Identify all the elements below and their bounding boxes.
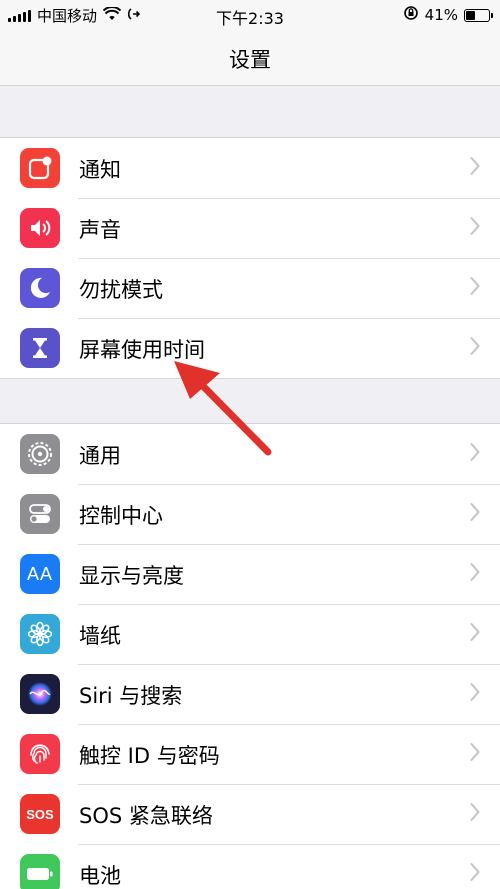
page-title: 设置 — [229, 48, 271, 72]
settings-row-wallpaper[interactable]: 墙纸 — [0, 604, 500, 664]
general-gear-icon — [20, 434, 60, 474]
navigation-bar: 设置 — [0, 30, 500, 86]
chevron-right-icon — [470, 216, 480, 240]
settings-row-sounds[interactable]: 声音 — [0, 198, 500, 258]
chevron-right-icon — [470, 502, 480, 526]
settings-row-touch-id-passcode[interactable]: 触控 ID 与密码 — [0, 724, 500, 784]
row-label: 通用 — [79, 444, 121, 468]
settings-group-1: 通知 声音 勿扰模式 屏幕使用时间 — [0, 137, 500, 379]
chevron-right-icon — [470, 862, 480, 886]
settings-row-siri-search[interactable]: Siri 与搜索 — [0, 664, 500, 724]
settings-row-general[interactable]: 通用 — [0, 424, 500, 484]
control-center-toggles-icon — [20, 494, 60, 534]
settings-row-emergency-sos[interactable]: SOS SOS 紧急联络 — [0, 784, 500, 844]
sounds-icon — [20, 208, 60, 248]
row-label: SOS 紧急联络 — [79, 804, 213, 828]
row-label: 墙纸 — [79, 624, 121, 648]
notifications-icon — [20, 148, 60, 188]
row-label: 勿扰模式 — [79, 278, 163, 302]
emergency-sos-icon: SOS — [20, 794, 60, 834]
settings-row-display-brightness[interactable]: AA 显示与亮度 — [0, 544, 500, 604]
screen-time-hourglass-icon — [20, 328, 60, 368]
chevron-right-icon — [470, 682, 480, 706]
row-label: 声音 — [79, 218, 121, 242]
chevron-right-icon — [470, 562, 480, 586]
chevron-right-icon — [470, 802, 480, 826]
chevron-right-icon — [470, 622, 480, 646]
chevron-right-icon — [470, 336, 480, 360]
touch-id-fingerprint-icon — [20, 734, 60, 774]
settings-row-battery[interactable]: 电池 — [0, 844, 500, 889]
chevron-right-icon — [470, 442, 480, 466]
chevron-right-icon — [470, 742, 480, 766]
orientation-lock-icon — [403, 5, 419, 25]
row-label: 屏幕使用时间 — [79, 338, 205, 362]
status-bar: 中国移动 下午2:33 41% — [0, 0, 500, 30]
row-label: 触控 ID 与密码 — [79, 744, 220, 768]
display-brightness-aa-icon: AA — [20, 554, 60, 594]
row-label: 电池 — [79, 864, 121, 888]
sos-glyph: SOS — [26, 806, 54, 822]
row-label: Siri 与搜索 — [79, 684, 183, 708]
battery-status-icon — [464, 8, 493, 22]
settings-row-do-not-disturb[interactable]: 勿扰模式 — [0, 258, 500, 318]
settings-row-screen-time[interactable]: 屏幕使用时间 — [0, 318, 500, 378]
row-label: 显示与亮度 — [79, 564, 184, 588]
wallpaper-flower-icon — [20, 614, 60, 654]
settings-group-2: 通用 控制中心 AA 显示与亮度 墙纸 Siri 与搜索 触控 ID 与密码 S… — [0, 423, 500, 889]
battery-percent: 41% — [424, 6, 458, 24]
row-label: 通知 — [79, 158, 121, 182]
row-label: 控制中心 — [79, 504, 163, 528]
aa-glyph: AA — [26, 563, 53, 584]
chevron-right-icon — [470, 156, 480, 180]
battery-icon — [20, 854, 60, 889]
chevron-right-icon — [470, 276, 480, 300]
siri-icon — [20, 674, 60, 714]
settings-row-control-center[interactable]: 控制中心 — [0, 484, 500, 544]
status-right: 41% — [403, 5, 493, 25]
settings-row-notifications[interactable]: 通知 — [0, 138, 500, 198]
do-not-disturb-moon-icon — [20, 268, 60, 308]
